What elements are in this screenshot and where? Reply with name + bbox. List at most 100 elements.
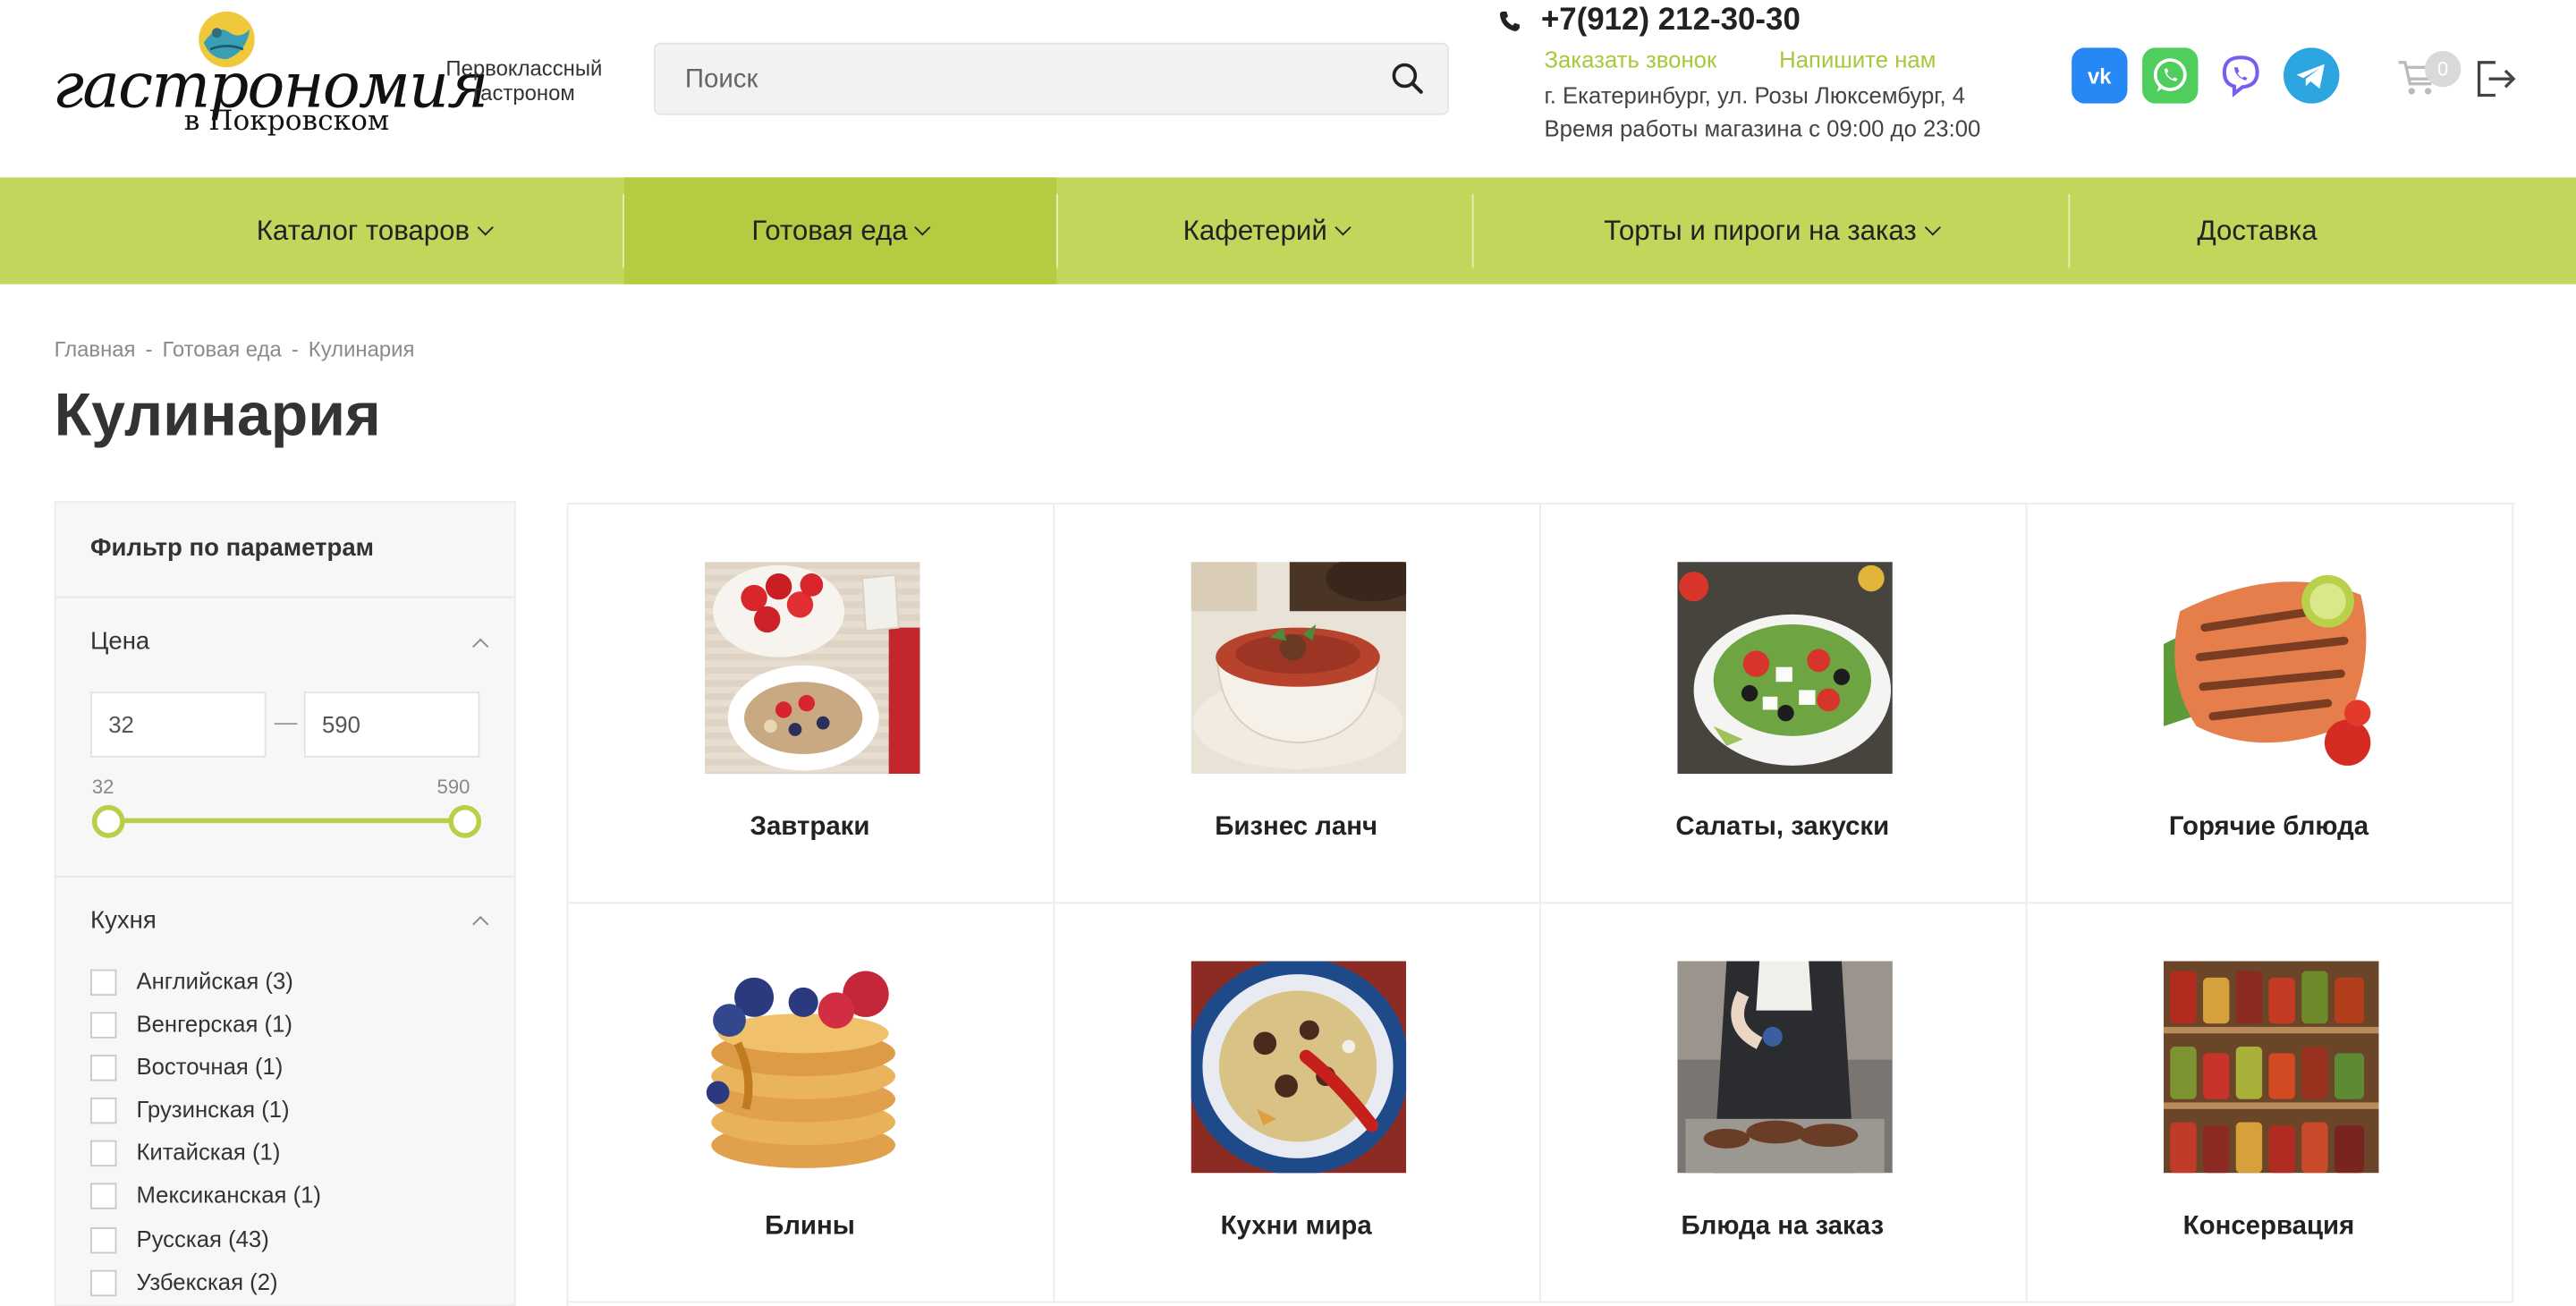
category-card[interactable]: Блины (568, 903, 1055, 1303)
price-slider-track[interactable] (108, 818, 465, 824)
search-input[interactable] (655, 44, 1378, 117)
store-address: г. Екатеринбург, ул. Розы Люксембург, 4 (1544, 81, 1966, 109)
nav-ready-food[interactable]: Готовая еда (623, 177, 1056, 284)
chevron-down-icon (477, 219, 494, 236)
callback-link[interactable]: Заказать звонок (1544, 46, 1716, 72)
category-grid: Завтраки Бизнес ланч Салаты, закуски Гор… (566, 503, 2515, 1306)
category-label: Салаты, закуски (1675, 813, 1890, 842)
checkbox[interactable] (90, 1183, 117, 1209)
category-card[interactable]: Кухни мира (1055, 903, 1541, 1303)
write-us-link[interactable]: Напишите нам (1779, 46, 1936, 72)
cart-count-badge: 0 (2424, 50, 2462, 88)
category-card[interactable]: Горячие блюда (2027, 504, 2514, 904)
price-section-title[interactable]: Цена (90, 628, 149, 656)
jars-image (2163, 961, 2379, 1174)
cuisine-option-label: Мексиканская (1) (136, 1181, 322, 1208)
chevron-down-icon (1335, 219, 1352, 236)
range-max-label: 590 (436, 775, 470, 799)
cuisine-option-label: Китайская (1) (136, 1138, 281, 1166)
cuisine-option-label: Восточная (1) (136, 1053, 284, 1080)
chevron-up-icon[interactable] (472, 638, 489, 655)
category-card[interactable]: Завтраки (568, 504, 1055, 904)
category-label: Блины (765, 1212, 855, 1241)
nav-cafeteria[interactable]: Кафетерий (1058, 177, 1474, 284)
cuisine-option-label: Узбекская (2) (136, 1268, 278, 1295)
category-card[interactable]: Салаты, закуски (1540, 504, 2028, 904)
search-box (654, 42, 1449, 117)
price-slider-min-handle[interactable] (91, 804, 125, 838)
svg-text:vk: vk (2088, 65, 2112, 89)
cuisine-option-label: Русская (43) (136, 1225, 269, 1252)
price-min-input[interactable] (91, 693, 265, 756)
price-slider-max-handle[interactable] (448, 804, 482, 838)
category-label: Горячие блюда (2168, 813, 2369, 842)
whatsapp-icon[interactable] (2142, 47, 2199, 104)
soup-image (1191, 562, 1407, 775)
site-logo[interactable]: гастрономия в Покровском (53, 4, 488, 141)
checkbox[interactable] (90, 1269, 117, 1297)
chef-image (1677, 961, 1893, 1174)
cuisine-option-label: Венгерская (1) (136, 1010, 292, 1037)
filter-panel: Фильтр по параметрам Цена — 32 590 Кухня… (54, 501, 516, 1306)
cuisine-option-label: Грузинская (1) (136, 1096, 290, 1123)
chevron-down-icon (915, 219, 932, 236)
checkbox[interactable] (90, 969, 117, 996)
search-icon[interactable] (1388, 59, 1428, 98)
store-hours: Время работы магазина с 09:00 до 23:00 (1544, 114, 1981, 141)
nav-cakes-label: Торты и пироги на заказ (1604, 215, 1917, 247)
filter-title: Фильтр по параметрам (90, 533, 375, 563)
breakfast-image (704, 562, 920, 775)
nav-catalog[interactable]: Каталог товаров (123, 177, 624, 284)
filter-divider (55, 875, 514, 878)
category-card[interactable]: Блюда на заказ (1540, 903, 2028, 1303)
price-max-field (303, 691, 480, 758)
filter-header: Фильтр по параметрам (55, 503, 514, 598)
nav-catalog-label: Каталог товаров (256, 215, 470, 247)
logo-subtext: в Покровском (183, 105, 390, 139)
checkbox[interactable] (90, 1140, 117, 1167)
salad-image (1677, 562, 1893, 775)
breadcrumb-home[interactable]: Главная (55, 337, 136, 362)
checkbox[interactable] (90, 1227, 117, 1254)
category-card[interactable]: Консервация (2027, 903, 2514, 1303)
nav-ready-food-label: Готовая еда (751, 215, 908, 247)
cuisine-option-label: Английская (3) (136, 967, 293, 995)
nav-delivery[interactable]: Доставка (2070, 177, 2445, 284)
checkbox[interactable] (90, 1055, 117, 1081)
login-icon[interactable] (2472, 55, 2518, 98)
price-min-field (90, 691, 267, 758)
checkbox[interactable] (90, 1012, 117, 1039)
nav-delivery-label: Доставка (2197, 215, 2318, 247)
page-title: Кулинария (54, 381, 381, 449)
nav-cafeteria-label: Кафетерий (1182, 215, 1327, 247)
category-label: Завтраки (750, 813, 870, 842)
vk-icon[interactable]: vk (2072, 47, 2128, 104)
category-label: Кухни мира (1220, 1212, 1372, 1241)
price-max-input[interactable] (305, 693, 479, 756)
price-range-dash: — (274, 708, 298, 735)
main-navigation: Каталог товаров Готовая еда Кафетерий То… (0, 177, 2576, 284)
chevron-up-icon[interactable] (472, 916, 489, 933)
breadcrumb-ready-food[interactable]: Готовая еда (163, 337, 282, 362)
tagline: Первоклассный гастроном (445, 55, 603, 106)
telegram-icon[interactable] (2284, 47, 2340, 104)
category-card[interactable]: Бизнес ланч (1055, 504, 1541, 904)
pancakes-image (704, 961, 920, 1174)
range-min-label: 32 (91, 775, 114, 799)
category-label: Консервация (2182, 1212, 2355, 1241)
breadcrumb-separator: - (145, 336, 153, 362)
pilaf-image (1191, 961, 1407, 1174)
category-label: Блюда на заказ (1681, 1212, 1885, 1241)
nav-cakes[interactable]: Торты и пироги на заказ (1474, 177, 2069, 284)
cuisine-section-title[interactable]: Кухня (90, 907, 157, 935)
breadcrumb-current: Кулинария (308, 336, 415, 362)
breadcrumb: Главная - Готовая еда - Кулинария (55, 337, 415, 362)
site-header: гастрономия в Покровском Первоклассный г… (0, 0, 2576, 177)
category-label: Бизнес ланч (1215, 813, 1378, 842)
checkbox[interactable] (90, 1097, 117, 1124)
phone-icon (1499, 11, 1520, 31)
chevron-down-icon (1924, 219, 1941, 236)
viber-icon[interactable] (2213, 47, 2269, 104)
grilled-fish-image (2163, 562, 2379, 775)
phone-number[interactable]: +7(912) 212-30-30 (1541, 4, 1801, 39)
